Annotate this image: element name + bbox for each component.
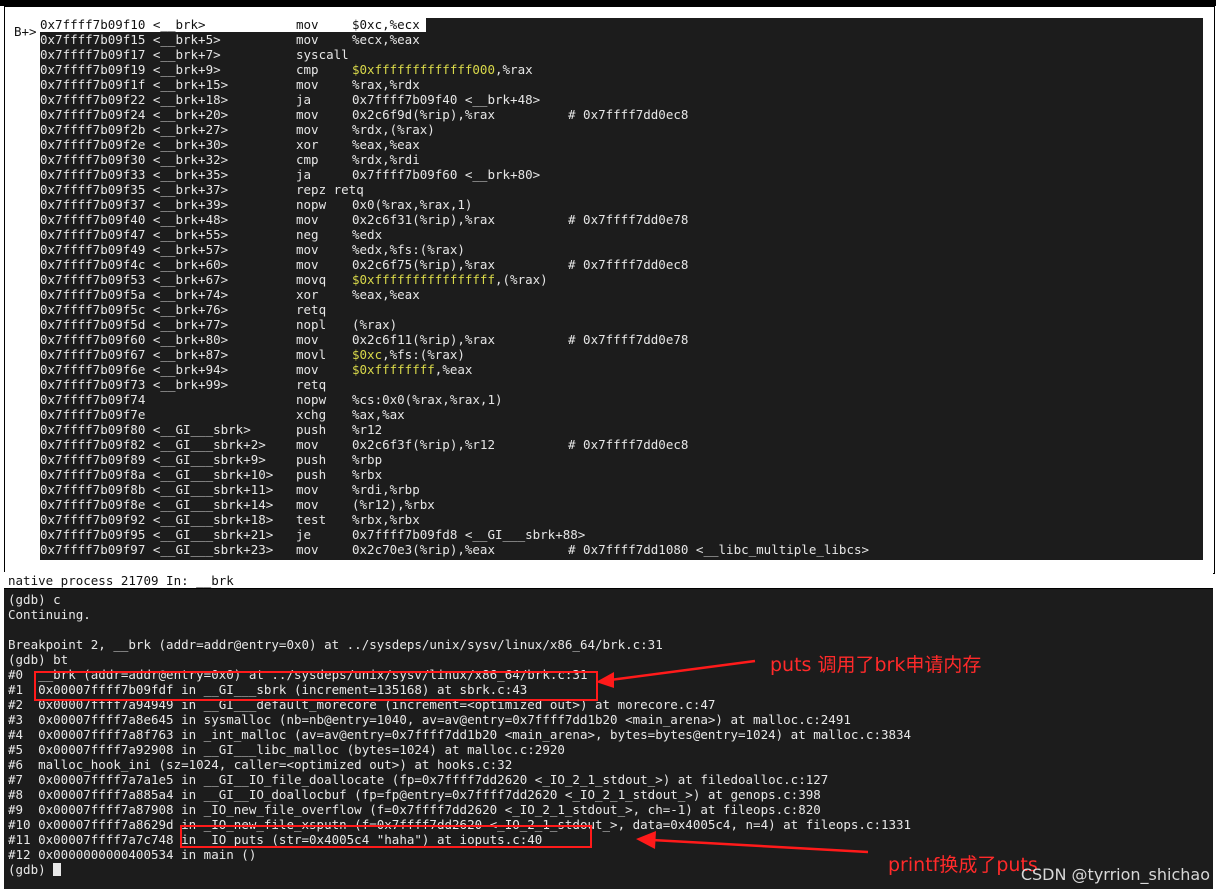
arrow-to-puts [651,838,869,854]
csdn-watermark: CSDN @tyrrion_shichao [1020,865,1210,884]
annotation-arrows [596,659,869,854]
arrow-to-sbrk [609,659,756,682]
annotation-printf-puts: printf换成了puts [888,854,1038,876]
arrow-head-puts [636,831,656,849]
annotation-puts-brk: puts 调用了brk申请内存 [770,654,982,676]
gdb-terminal-window[interactable]: B+> 0x7ffff7b09f10 <__brk> mov $0xc,%ecx 0x… [0,0,1216,892]
arrow-head-sbrk [596,672,614,688]
